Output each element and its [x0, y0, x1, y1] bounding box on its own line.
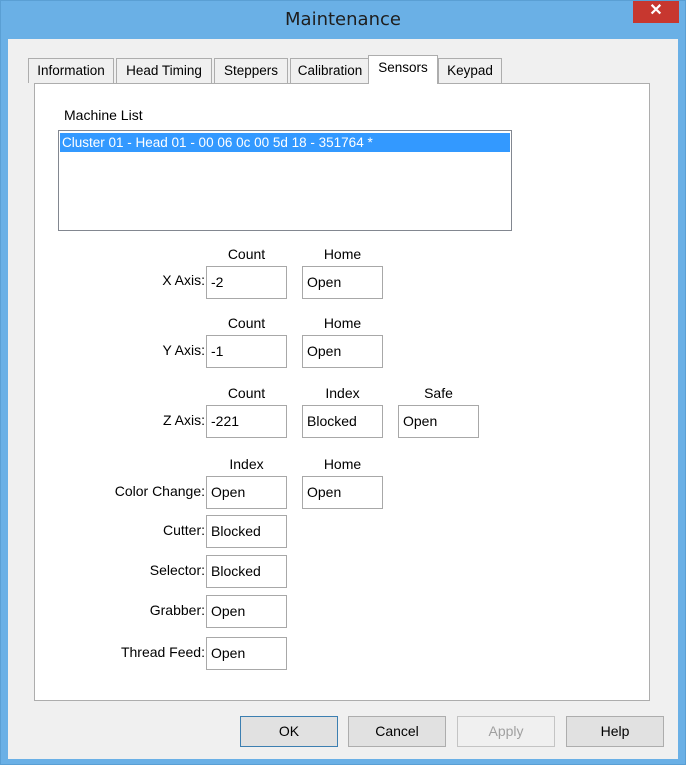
y-axis-home-field[interactable]: Open: [302, 335, 383, 368]
x-axis-home-header: Home: [323, 246, 362, 262]
x-axis-count-header: Count: [227, 246, 266, 262]
z-axis-index-field[interactable]: Blocked: [302, 405, 383, 438]
apply-button[interactable]: Apply: [457, 716, 555, 747]
machine-list[interactable]: Cluster 01 - Head 01 - 00 06 0c 00 5d 18…: [58, 130, 512, 231]
tab-information[interactable]: Information: [28, 58, 114, 83]
grabber-field[interactable]: Open: [206, 595, 287, 628]
close-icon: ✕: [649, 2, 663, 19]
color-change-index-field[interactable]: Open: [206, 476, 287, 509]
grabber-label: Grabber:: [149, 602, 205, 618]
tab-keypad[interactable]: Keypad: [438, 58, 502, 83]
x-axis-home-field[interactable]: Open: [302, 266, 383, 299]
selector-field[interactable]: Blocked: [206, 555, 287, 588]
x-axis-label: X Axis:: [162, 272, 205, 288]
y-axis-count-field[interactable]: -1: [206, 335, 287, 368]
cancel-button[interactable]: Cancel: [348, 716, 446, 747]
thread-feed-field[interactable]: Open: [206, 637, 287, 670]
cutter-field[interactable]: Blocked: [206, 515, 287, 548]
z-axis-count-field[interactable]: -221: [206, 405, 287, 438]
color-change-home-field[interactable]: Open: [302, 476, 383, 509]
color-change-label: Color Change:: [114, 483, 205, 499]
z-axis-label: Z Axis:: [162, 412, 205, 428]
y-axis-home-header: Home: [323, 315, 362, 331]
z-axis-count-header: Count: [227, 385, 266, 401]
z-axis-safe-field[interactable]: Open: [398, 405, 479, 438]
tab-head-timing[interactable]: Head Timing: [116, 58, 212, 83]
thread-feed-label: Thread Feed:: [120, 644, 205, 660]
x-axis-count-field[interactable]: -2: [206, 266, 287, 299]
cutter-label: Cutter:: [162, 522, 205, 538]
help-button[interactable]: Help: [566, 716, 664, 747]
selector-label: Selector:: [149, 562, 205, 578]
y-axis-count-header: Count: [227, 315, 266, 331]
ok-button[interactable]: OK: [240, 716, 338, 747]
z-axis-safe-header: Safe: [424, 385, 453, 401]
z-axis-index-header: Index: [325, 385, 360, 401]
color-change-home-header: Home: [323, 456, 362, 472]
tab-steppers[interactable]: Steppers: [214, 58, 288, 83]
tab-sensors[interactable]: Sensors: [368, 55, 438, 84]
color-change-index-header: Index: [229, 456, 264, 472]
machine-list-label: Machine List: [64, 107, 143, 123]
window-title: Maintenance: [285, 9, 401, 30]
close-button[interactable]: ✕: [633, 1, 679, 23]
tab-calibration[interactable]: Calibration: [290, 58, 370, 83]
list-item[interactable]: Cluster 01 - Head 01 - 00 06 0c 00 5d 18…: [60, 133, 510, 152]
y-axis-label: Y Axis:: [162, 342, 205, 358]
title-bar[interactable]: Maintenance ✕: [1, 1, 685, 39]
